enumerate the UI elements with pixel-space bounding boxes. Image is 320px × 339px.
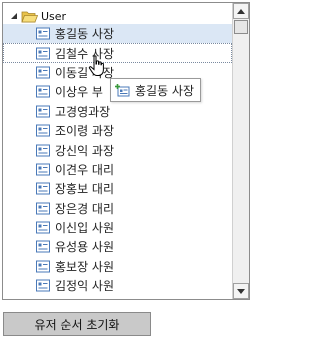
tree-item[interactable]: 유성용 사원: [3, 237, 232, 256]
tree-item-label: 김순이 사원: [55, 297, 114, 300]
tree-item[interactable]: 김순이 사원: [3, 295, 232, 300]
tree-viewport: User 홍길동 사장 김철수 사장 이동길 사장 이상우 부 고경영과장 조이령 과장 강…: [3, 3, 232, 299]
scroll-down-button[interactable]: [233, 283, 249, 299]
tree-item[interactable]: 강신익 과장: [3, 140, 232, 159]
user-card-icon: [36, 27, 50, 40]
user-card-icon: [36, 105, 50, 118]
tree-item-label: 이견우 대리: [55, 162, 115, 177]
arrow-down-icon: [237, 288, 245, 294]
tree-item[interactable]: 김철수 사장: [3, 43, 232, 63]
tree-item[interactable]: 고경영과장: [3, 102, 232, 121]
tree-item[interactable]: 장홍보 대리: [3, 179, 232, 198]
drag-ghost-label: 홍길동 사장: [135, 83, 195, 98]
user-card-add-icon: [115, 83, 130, 96]
user-card-icon: [36, 182, 50, 195]
tree-item-label: 이상우 부: [55, 85, 103, 100]
user-card-icon: [36, 240, 50, 253]
tree-item-label: 김정익 사원: [55, 279, 115, 294]
scroll-thumb[interactable]: [234, 20, 248, 34]
folder-open-icon: [21, 11, 38, 22]
tree-item-label: 장은경 대리: [55, 201, 115, 216]
user-card-icon: [36, 144, 50, 157]
user-card-icon: [36, 47, 50, 60]
scroll-up-button[interactable]: [233, 3, 249, 19]
tree-item-label: 이신입 사원: [55, 221, 115, 236]
tree-item-label: 강신익 과장: [55, 143, 115, 158]
drag-ghost: 홍길동 사장: [110, 78, 202, 102]
tree-item[interactable]: 홍보장 사원: [3, 257, 232, 276]
user-card-icon: [36, 85, 50, 98]
tree-item[interactable]: 이신입 사원: [3, 218, 232, 237]
user-card-icon: [36, 279, 50, 292]
tree-item-list: 홍길동 사장 김철수 사장 이동길 사장 이상우 부 고경영과장 조이령 과장 강신익 과장…: [3, 24, 232, 299]
tree-root-label: User: [41, 9, 67, 23]
tree-item-label: 홍보장 사원: [55, 259, 115, 274]
tree-root-node[interactable]: User: [9, 8, 66, 24]
user-card-icon: [36, 163, 50, 176]
tree-item-label: 홍길동 사장: [55, 27, 115, 42]
tree-item-label: 고경영과장: [55, 104, 111, 119]
tree-item[interactable]: 조이령 과장: [3, 121, 232, 140]
user-card-icon: [36, 221, 50, 234]
user-card-icon: [36, 66, 50, 79]
user-card-icon: [36, 124, 50, 137]
user-card-icon: [36, 202, 50, 215]
hand-cursor-icon: [88, 55, 104, 76]
tree-item[interactable]: 김정익 사원: [3, 276, 232, 295]
tree-item-label: 유성용 사원: [55, 240, 115, 255]
reset-user-order-button[interactable]: 유저 순서 초기화: [3, 312, 151, 336]
tree-item-label: 장홍보 대리: [55, 182, 115, 197]
tree-item-label: 조이령 과장: [55, 124, 115, 139]
tree-item[interactable]: 이견우 대리: [3, 160, 232, 179]
vertical-scrollbar[interactable]: [232, 3, 249, 299]
user-card-icon: [36, 260, 50, 273]
tree-item[interactable]: 홍길동 사장: [3, 24, 232, 44]
arrow-up-icon: [237, 8, 245, 14]
user-tree-panel: User 홍길동 사장 김철수 사장 이동길 사장 이상우 부 고경영과장 조이령 과장 강…: [2, 2, 250, 300]
collapse-triangle-icon[interactable]: [9, 8, 19, 24]
tree-item[interactable]: 장은경 대리: [3, 199, 232, 218]
